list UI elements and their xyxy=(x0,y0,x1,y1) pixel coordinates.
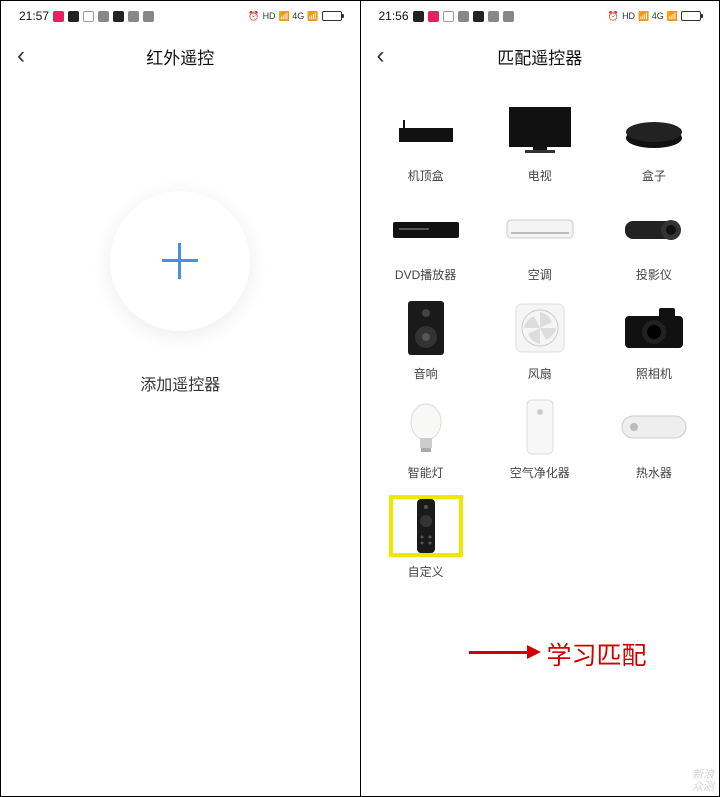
wifi-icon: 📶 xyxy=(307,11,318,22)
plus-icon xyxy=(160,241,200,281)
phone-left: 21:57 ⏰ HD 📶 4G 📶 ‹ 红外遥控 xyxy=(1,1,361,796)
device-camera[interactable]: 照相机 xyxy=(597,289,711,388)
device-bulb[interactable]: 智能灯 xyxy=(369,388,483,487)
add-remote-button[interactable] xyxy=(110,191,250,331)
app-icon xyxy=(113,11,124,22)
status-time: 21:56 xyxy=(379,9,409,23)
annotation-arrow xyxy=(469,651,529,654)
ac-icon xyxy=(503,198,577,260)
app-icon xyxy=(143,11,154,22)
tv-icon xyxy=(503,99,577,161)
speaker-icon xyxy=(389,297,463,359)
device-label: 照相机 xyxy=(636,365,672,382)
app-icon xyxy=(503,11,514,22)
app-icon xyxy=(473,11,484,22)
hd-icon: HD xyxy=(263,11,276,21)
app-icon xyxy=(68,11,79,22)
device-label: 热水器 xyxy=(636,464,672,481)
device-label: DVD播放器 xyxy=(395,266,456,283)
device-label: 空气净化器 xyxy=(510,464,570,481)
app-icon xyxy=(83,11,94,22)
hd-icon: HD xyxy=(622,11,635,21)
waterheater-icon xyxy=(617,396,691,458)
device-label: 电视 xyxy=(528,167,552,184)
page-title: 匹配遥控器 xyxy=(361,44,720,69)
device-ac[interactable]: 空调 xyxy=(483,190,597,289)
arrow-head-icon xyxy=(527,645,541,659)
wifi-icon: 📶 xyxy=(667,11,678,22)
device-label: 自定义 xyxy=(408,563,444,580)
device-dvd[interactable]: DVD播放器 xyxy=(369,190,483,289)
projector-icon xyxy=(617,198,691,260)
signal-icon: 📶 4G xyxy=(279,11,305,22)
watermark: 新浪众测 xyxy=(692,769,714,793)
remote-icon xyxy=(389,495,463,557)
app-icon xyxy=(413,11,424,22)
app-icon xyxy=(128,11,139,22)
device-label: 音响 xyxy=(414,365,438,382)
camera-icon xyxy=(617,297,691,359)
page-title: 红外遥控 xyxy=(1,44,360,69)
device-custom[interactable]: 自定义 xyxy=(369,487,483,586)
back-button[interactable]: ‹ xyxy=(17,44,25,68)
header: ‹ 匹配遥控器 xyxy=(361,31,720,81)
status-time: 21:57 xyxy=(19,9,49,23)
status-bar: 21:57 ⏰ HD 📶 4G 📶 xyxy=(1,1,360,31)
bulb-icon xyxy=(389,396,463,458)
device-settopbox[interactable]: 机顶盒 xyxy=(369,91,483,190)
app-icon xyxy=(98,11,109,22)
alarm-icon: ⏰ xyxy=(248,11,259,22)
device-label: 盒子 xyxy=(642,167,666,184)
device-projector[interactable]: 投影仪 xyxy=(597,190,711,289)
empty-cell xyxy=(597,487,711,586)
device-label: 投影仪 xyxy=(636,266,672,283)
annotation-text: 学习匹配 xyxy=(547,636,647,672)
device-airpurifier[interactable]: 空气净化器 xyxy=(483,388,597,487)
battery-icon xyxy=(681,11,701,21)
device-label: 机顶盒 xyxy=(408,167,444,184)
fan-icon xyxy=(503,297,577,359)
app-icon xyxy=(53,11,64,22)
dvd-icon xyxy=(389,198,463,260)
app-icon xyxy=(443,11,454,22)
device-speaker[interactable]: 音响 xyxy=(369,289,483,388)
device-label: 智能灯 xyxy=(408,464,444,481)
phone-right: 21:56 ⏰ HD 📶 4G 📶 ‹ 匹配遥控器 xyxy=(361,1,720,796)
app-icon xyxy=(458,11,469,22)
airpurifier-icon xyxy=(503,396,577,458)
app-icon xyxy=(428,11,439,22)
device-waterheater[interactable]: 热水器 xyxy=(597,388,711,487)
box-icon xyxy=(617,99,691,161)
signal-icon: 📶 4G xyxy=(638,11,664,22)
device-fan[interactable]: 风扇 xyxy=(483,289,597,388)
status-bar: 21:56 ⏰ HD 📶 4G 📶 xyxy=(361,1,720,31)
device-label: 空调 xyxy=(528,266,552,283)
settopbox-icon xyxy=(389,99,463,161)
empty-cell xyxy=(483,487,597,586)
header: ‹ 红外遥控 xyxy=(1,31,360,81)
add-remote-label: 添加遥控器 xyxy=(140,371,220,395)
device-label: 风扇 xyxy=(528,365,552,382)
battery-icon xyxy=(322,11,342,21)
device-box[interactable]: 盒子 xyxy=(597,91,711,190)
device-grid: 机顶盒 电视 盒子 xyxy=(361,81,720,596)
alarm-icon: ⏰ xyxy=(608,11,619,22)
app-icon xyxy=(488,11,499,22)
back-button[interactable]: ‹ xyxy=(377,44,385,68)
device-tv[interactable]: 电视 xyxy=(483,91,597,190)
